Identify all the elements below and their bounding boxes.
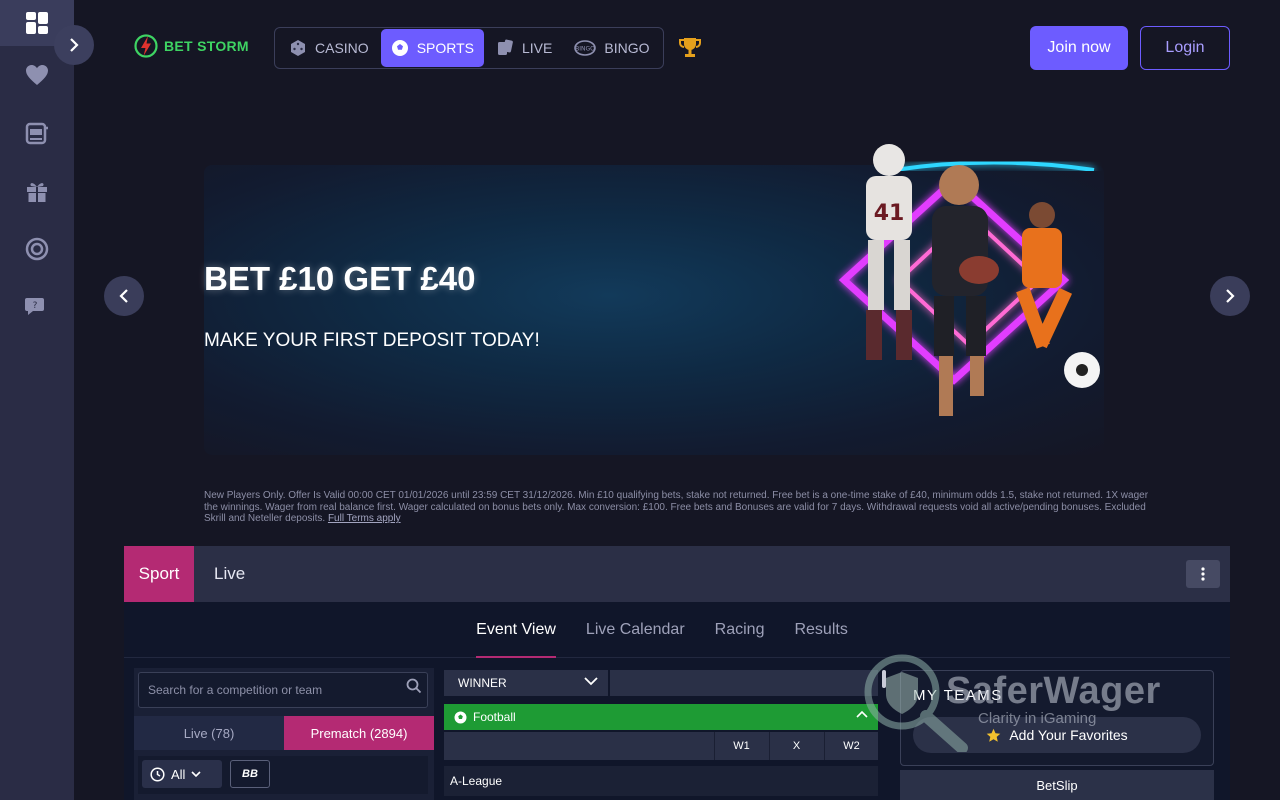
right-panel: MY TEAMS Add Your Favorites BetSlip: [900, 668, 1214, 800]
league-row[interactable]: A-League: [444, 766, 878, 796]
svg-text:?: ?: [33, 301, 38, 311]
nav-casino[interactable]: CASINO: [279, 29, 379, 67]
full-terms-link[interactable]: Full Terms apply: [328, 513, 401, 524]
banner-prev-button[interactable]: [104, 276, 144, 316]
nav-casino-label: CASINO: [315, 40, 369, 56]
bingo-ball-icon: BINGO: [574, 40, 597, 56]
competition-filter-panel: Search for a competition or team Live (7…: [134, 668, 434, 800]
chevron-down-icon: [584, 677, 598, 686]
betslip-tab[interactable]: BetSlip: [900, 770, 1214, 800]
odds-col-w1: W1: [714, 732, 768, 760]
main-content: BET STORM CASINO SPORTS LIVE BINGO BINGO: [74, 0, 1280, 800]
brand-name: BET STORM: [164, 38, 249, 54]
tab-event-view[interactable]: Event View: [476, 602, 556, 658]
athletes-neon-illustration: 41: [838, 144, 1100, 416]
sport-name: Football: [473, 710, 516, 724]
nav-bingo-label: BINGO: [604, 40, 650, 56]
top-header: BET STORM CASINO SPORTS LIVE BINGO BINGO: [74, 0, 1280, 96]
add-favorites-label: Add Your Favorites: [1009, 727, 1128, 743]
join-now-button[interactable]: Join now: [1030, 26, 1128, 70]
chevron-right-icon: [1226, 289, 1235, 303]
segment-prematch[interactable]: Prematch (2894): [284, 716, 434, 750]
sidebar-item-support[interactable]: ?: [0, 278, 74, 336]
clock-icon: [150, 766, 165, 782]
lightning-logo-icon: [134, 34, 158, 58]
market-select[interactable]: WINNER: [444, 670, 608, 696]
odds-col-x: X: [769, 732, 823, 760]
heart-icon: [26, 65, 48, 85]
odds-header-row: W1 X W2: [444, 732, 878, 760]
nav-bingo[interactable]: BINGO BINGO: [564, 29, 659, 67]
tab-live-calendar[interactable]: Live Calendar: [586, 602, 685, 658]
my-teams-title: MY TEAMS: [913, 687, 1003, 704]
product-nav: CASINO SPORTS LIVE BINGO BINGO: [274, 27, 665, 69]
slot-machine-icon: [25, 122, 48, 145]
nav-live[interactable]: LIVE: [486, 29, 562, 67]
chip-icon: [25, 237, 49, 261]
brand-logo[interactable]: BET STORM: [134, 33, 249, 59]
sportsbook-topbar: Sport Live: [124, 546, 1230, 602]
market-select-value: WINNER: [458, 676, 507, 690]
sport-header-football[interactable]: Football: [444, 704, 878, 730]
event-list: WINNER Football W1 X W2 A-League: [444, 668, 886, 800]
my-teams-card: MY TEAMS Add Your Favorites: [900, 670, 1214, 766]
star-icon: [987, 728, 1001, 742]
bet-builder-button[interactable]: BB: [230, 760, 270, 788]
time-filter-value: All: [171, 766, 186, 782]
more-options-button[interactable]: [1186, 560, 1220, 588]
login-button[interactable]: Login: [1140, 26, 1230, 70]
support-chat-icon: ?: [25, 298, 44, 315]
banner-terms: New Players Only. Offer Is Valid 00:00 C…: [204, 490, 1164, 525]
search-input[interactable]: Search for a competition or team: [138, 672, 428, 708]
banner-next-button[interactable]: [1210, 276, 1250, 316]
nav-live-label: LIVE: [522, 40, 553, 56]
banner-subtitle: MAKE YOUR FIRST DEPOSIT TODAY!: [204, 330, 540, 351]
soccer-ball-icon: [391, 40, 408, 56]
dice-icon: [291, 40, 305, 56]
sidebar-expand-button[interactable]: [54, 25, 94, 65]
nav-sports-label: SPORTS: [416, 40, 474, 56]
market-select-spacer: [610, 670, 878, 696]
filter-row: All BB: [138, 756, 428, 794]
chevron-down-icon: [191, 770, 202, 777]
dashboard-icon: [26, 12, 48, 34]
chevron-right-icon: [70, 38, 79, 52]
left-sidebar: ?: [0, 0, 74, 800]
tournaments-link[interactable]: [678, 36, 702, 65]
time-filter-select[interactable]: All: [142, 760, 222, 788]
sidebar-item-promotions[interactable]: [0, 162, 74, 220]
nav-sports[interactable]: SPORTS: [380, 29, 484, 67]
svg-text:BINGO: BINGO: [575, 46, 595, 53]
list-scrollbar[interactable]: [882, 670, 886, 688]
sportsbook-panel: Event View Live Calendar Racing Results …: [124, 602, 1230, 800]
trophy-icon: [679, 38, 701, 57]
add-favorites-button[interactable]: Add Your Favorites: [913, 717, 1201, 753]
segment-live[interactable]: Live (78): [134, 716, 284, 750]
odds-col-w2: W2: [824, 732, 878, 760]
search-icon[interactable]: [406, 678, 422, 694]
tab-results[interactable]: Results: [794, 602, 847, 658]
banner-title: BET £10 GET £40: [204, 260, 476, 297]
event-tabs: Event View Live Calendar Racing Results: [124, 602, 1230, 658]
tab-sport[interactable]: Sport: [124, 546, 194, 602]
tab-racing[interactable]: Racing: [715, 602, 765, 658]
sidebar-item-vip[interactable]: [0, 220, 74, 278]
chevron-left-icon: [119, 289, 128, 303]
svg-text:41: 41: [874, 201, 905, 226]
cards-icon: [498, 39, 513, 55]
kebab-menu-icon: [1201, 567, 1205, 581]
gift-icon: [27, 183, 47, 202]
soccer-ball-icon: [454, 711, 467, 723]
promo-banner: 41 BET £10 GET £40 MAKE YOUR FIRST DEPOS…: [104, 110, 1250, 530]
chevron-up-icon: [856, 710, 868, 718]
sidebar-item-slots[interactable]: [0, 104, 74, 162]
tab-live[interactable]: Live: [214, 546, 245, 602]
